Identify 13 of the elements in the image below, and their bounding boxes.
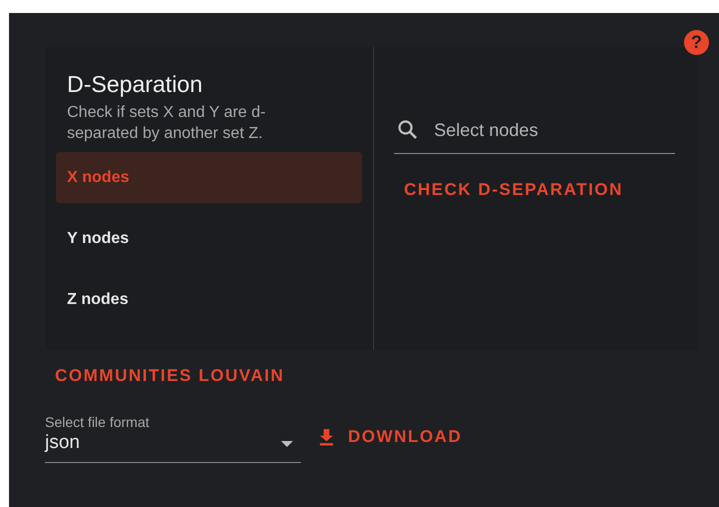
node-set-item[interactable]: X nodes (56, 152, 362, 203)
communities-button[interactable]: COMMUNITIES LOUVAIN (45, 360, 294, 392)
node-set-item[interactable]: Y nodes (56, 213, 362, 264)
card-description: Check if sets X and Y are d-separated by another set Z. (66, 103, 267, 144)
caret-icon (281, 441, 293, 447)
check-button[interactable]: CHECK D-SEPARATION (394, 174, 634, 206)
download-button[interactable]: DOWNLOAD (309, 421, 472, 453)
node-set-item[interactable]: Z nodes (56, 274, 362, 325)
help-button[interactable]: ? (684, 30, 709, 55)
download-icon (319, 428, 334, 446)
search-field[interactable]: Select nodes (432, 118, 675, 142)
card-title: D-Separation (66, 71, 204, 98)
file-format-select[interactable]: Select file format json (45, 414, 301, 463)
